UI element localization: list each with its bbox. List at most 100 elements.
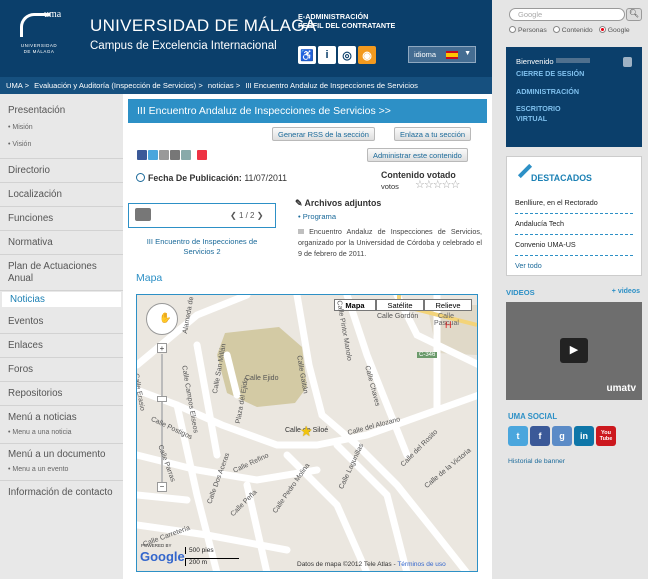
umatv-logo: umatv (606, 383, 636, 394)
map-pan-control[interactable]: ✋ (146, 303, 178, 335)
destacados-list: Benlliure, en el Rectorado Andalucía Tec… (515, 193, 633, 276)
tuenti-icon[interactable]: g (552, 426, 572, 446)
news-description: III Encuentro Andaluz de Inspecciones de… (298, 227, 482, 258)
site-header: uma UNIVERSIDAD DE MÁLAGA UNIVERSIDAD DE… (0, 0, 492, 77)
facebook-share-icon[interactable] (137, 150, 147, 160)
radio-google[interactable]: Google (598, 26, 630, 34)
ver-todo-link[interactable]: Ver todo (515, 256, 633, 276)
print-icon[interactable] (170, 150, 180, 160)
radio-contenido-circle (552, 26, 560, 33)
map-label-ejido: Calle Ejido (245, 375, 279, 382)
gallery-pager-text: 1 / 2 (238, 211, 255, 220)
attachment-programa[interactable]: • Programa (298, 212, 336, 221)
nav-directorio[interactable]: Directorio (0, 159, 123, 183)
nav-funciones[interactable]: Funciones (0, 207, 123, 231)
nav-vision[interactable]: • Visión (0, 136, 123, 159)
language-select[interactable]: idioma ▼ (408, 46, 476, 63)
twitter-icon[interactable]: t (508, 426, 528, 446)
web-icon[interactable]: ◎ (338, 46, 356, 64)
welcome-label: Bienvenido (516, 57, 554, 66)
search-scope: Personas Contenido Google (509, 26, 630, 34)
youtube-icon[interactable]: You Tube (596, 426, 616, 446)
map-type-relieve[interactable]: Relieve (424, 299, 472, 311)
breadcrumb-noticias[interactable]: noticias > (208, 81, 240, 90)
user-box: Bienvenido CIERRE DE SESIÓN ADMINISTRACI… (506, 47, 642, 147)
play-icon[interactable]: ▶ (560, 338, 588, 363)
map-type-satelite[interactable]: Satélite (376, 299, 424, 311)
zoom-in-button[interactable]: + (157, 343, 167, 353)
pencil-icon (517, 163, 533, 179)
add-share-icon[interactable] (197, 150, 207, 160)
gallery-caption[interactable]: III Encuentro de Inspecciones de Servici… (137, 237, 267, 257)
radio-personas[interactable]: Personas (509, 26, 547, 34)
attachments-title-text: Archivos adjuntos (304, 198, 382, 208)
nav-presentacion[interactable]: Presentación (0, 94, 123, 119)
eadmin-link[interactable]: E-ADMINISTRACIÓN (298, 12, 395, 21)
gallery-pager[interactable]: ❮ 1 / 2 ❯ (230, 211, 263, 220)
nav-normativa[interactable]: Normativa (0, 231, 123, 255)
breadcrumb-uma[interactable]: UMA > (6, 81, 29, 90)
google-map[interactable]: Mapa Satélite Relieve ✋ + − Calle Pascua… (136, 294, 478, 572)
photo-gallery: ❮ 1 / 2 ❯ (128, 203, 276, 228)
map-title: Mapa (136, 272, 163, 284)
nav-enlaces[interactable]: Enlaces (0, 334, 123, 358)
university-subtitle: Campus de Excelencia Internacional (90, 40, 277, 52)
left-nav: Presentación • Misión • Visión Directori… (0, 94, 123, 579)
info-icon[interactable]: i (318, 46, 336, 64)
accessibility-icon[interactable]: ♿ (298, 46, 316, 64)
scale-feet: 500 pies (185, 547, 214, 554)
zoom-out-button[interactable]: − (157, 482, 167, 492)
twitter-share-icon[interactable] (148, 150, 158, 160)
nav-plan-actuaciones[interactable]: Plan de Actuaciones Anual (0, 255, 123, 291)
powered-by: POWERED BY (141, 543, 172, 548)
nav-informacion-contacto[interactable]: Información de contacto (0, 481, 123, 504)
destacado-andalucia-tech[interactable]: Andalucía Tech (515, 214, 633, 235)
nav-foros[interactable]: Foros (0, 358, 123, 382)
bookmark-icon[interactable] (181, 150, 191, 160)
rss-icon[interactable]: ◉ (358, 46, 376, 64)
email-share-icon[interactable] (159, 150, 169, 160)
location-marker-icon[interactable]: ★ (300, 423, 313, 440)
nav-menu-noticias[interactable]: Menú a noticias (0, 406, 123, 425)
section-title[interactable]: III Encuentro Andaluz de Inspecciones de… (128, 99, 487, 123)
nav-eventos[interactable]: Eventos (0, 307, 123, 334)
rss-section-button[interactable]: Generar RSS de la sección (272, 127, 375, 141)
main-content: III Encuentro Andaluz de Inspecciones de… (123, 94, 492, 579)
google-logo[interactable]: Google (140, 549, 185, 564)
radio-contenido[interactable]: Contenido (552, 26, 593, 34)
admin-content-button[interactable]: Administrar este contenido (367, 148, 468, 162)
destacado-convenio[interactable]: Convenio UMA-US (515, 235, 633, 256)
map-label-gordon: Calle Gordón (377, 313, 419, 320)
search-input[interactable]: Google (509, 8, 625, 21)
camera-icon (135, 208, 151, 221)
welcome-text: Bienvenido (516, 57, 632, 66)
share-icons (137, 150, 207, 160)
language-label: idioma (414, 50, 437, 59)
uma-logo[interactable]: uma UNIVERSIDAD DE MÁLAGA (14, 9, 74, 57)
logout-link[interactable]: CIERRE DE SESIÓN (516, 69, 632, 79)
perfil-contratante-link[interactable]: PERFIL DEL CONTRATANTE (298, 21, 395, 30)
nav-noticias[interactable]: Noticias (2, 292, 121, 307)
breadcrumb-evaluacion[interactable]: Evaluación y Auditoría (Inspección de Se… (34, 81, 203, 90)
rating-stars[interactable]: ☆☆☆☆☆ (415, 178, 460, 191)
nav-menu-una-noticia[interactable]: • Menu a una noticia (0, 425, 123, 444)
video-player[interactable]: ▶ umatv (506, 302, 642, 400)
nav-localizacion[interactable]: Localización (0, 183, 123, 207)
more-videos-link[interactable]: + videos (612, 288, 640, 295)
zoom-slider-handle[interactable] (157, 396, 167, 402)
banner-history-link[interactable]: Historial de banner (508, 458, 565, 465)
nav-mision[interactable]: • Misión (0, 119, 123, 136)
escritorio-virtual-link[interactable]: ESCRITORIO VIRTUAL (516, 104, 586, 123)
nav-menu-documento[interactable]: Menú a un documento (0, 444, 123, 462)
search-icon[interactable]: 🔍︎ (626, 8, 642, 21)
university-title[interactable]: UNIVERSIDAD DE MÁLAGA (90, 16, 316, 36)
share-separator (192, 150, 196, 160)
nav-menu-evento[interactable]: • Menu a un evento (0, 462, 123, 481)
link-section-button[interactable]: Enlaza a tu sección (394, 127, 472, 141)
destacado-benlliure[interactable]: Benlliure, en el Rectorado (515, 193, 633, 214)
administracion-link[interactable]: ADMINISTRACIÓN (516, 87, 632, 97)
nav-repositorios[interactable]: Repositorios (0, 382, 123, 406)
facebook-icon[interactable]: f (530, 426, 550, 446)
terms-of-use-link[interactable]: Términos de uso (397, 561, 445, 568)
linkedin-icon[interactable]: in (574, 426, 594, 446)
